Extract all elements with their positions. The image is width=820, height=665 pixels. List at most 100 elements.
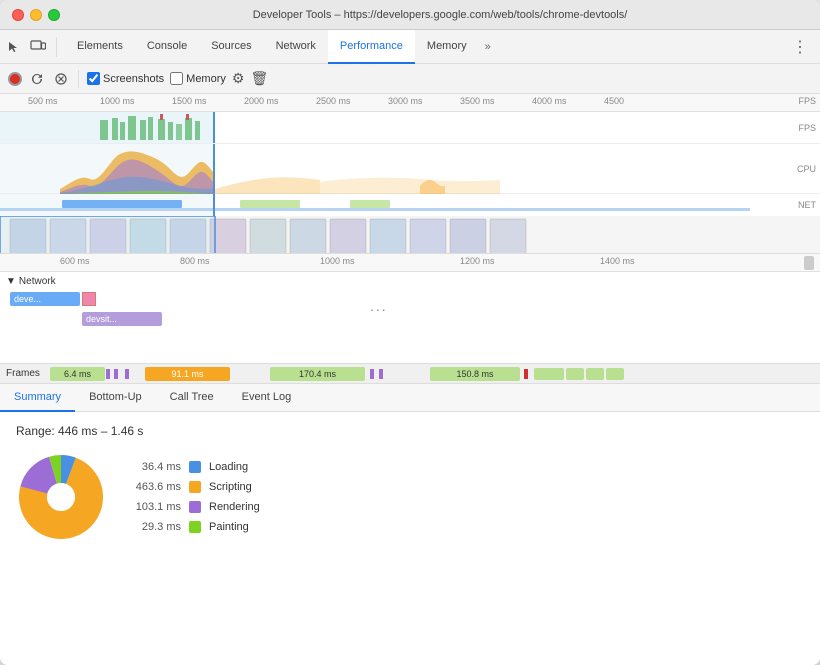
clear-button[interactable] <box>52 70 70 88</box>
summary-legend: 36.4 ms Loading 463.6 ms Scripting 103.1… <box>126 452 260 542</box>
tab-summary[interactable]: Summary <box>0 384 75 412</box>
traffic-lights <box>12 9 60 21</box>
summary-panel: Range: 446 ms – 1.46 s <box>0 412 820 665</box>
btick-1400: 1400 ms <box>600 256 635 266</box>
tab-elements[interactable]: Elements <box>65 30 135 64</box>
frame-2: 91.1 ms <box>145 367 230 381</box>
btick-1000: 1000 ms <box>320 256 355 266</box>
scroll-thumb[interactable] <box>804 256 814 270</box>
tab-console[interactable]: Console <box>135 30 199 64</box>
btick-600: 600 ms <box>60 256 90 266</box>
net-track-label: NET <box>798 200 816 210</box>
performance-toolbar: Screenshots Memory ⚙ 🗑 <box>0 64 820 94</box>
net-track: NET <box>0 194 820 216</box>
pie-chart <box>16 452 106 542</box>
screenshots-checkbox[interactable]: Screenshots <box>87 72 164 85</box>
tick-2500: 2500 ms <box>316 96 351 106</box>
frame-1: 6.4 ms <box>50 367 105 381</box>
reload-button[interactable] <box>28 70 46 88</box>
device-toggle-icon[interactable] <box>28 37 48 57</box>
screenshots-checkbox-input[interactable] <box>87 72 100 85</box>
fps-selection <box>0 112 215 143</box>
frames-row: Frames 6.4 ms 91.1 ms 170.4 ms 150.8 ms <box>0 363 820 383</box>
record-button[interactable] <box>8 72 22 86</box>
maximize-button[interactable] <box>48 9 60 21</box>
network-bars: deve... devsit... ... <box>0 290 820 340</box>
bottom-tabs: Summary Bottom-Up Call Tree Event Log <box>0 384 820 412</box>
more-options-button[interactable]: ⋮ <box>784 37 816 57</box>
tab-bottom-up[interactable]: Bottom-Up <box>75 384 156 412</box>
top-timeline: 500 ms 1000 ms 1500 ms 2000 ms 2500 ms 3… <box>0 94 820 254</box>
legend-rendering: 103.1 ms Rendering <box>126 501 260 513</box>
tick-4500: 4500 <box>604 96 624 106</box>
cpu-track-label: CPU <box>797 164 816 174</box>
network-section-label: Network <box>19 276 56 287</box>
tick-1500: 1500 ms <box>172 96 207 106</box>
frame-marker-3 <box>125 369 129 379</box>
top-time-ruler: 500 ms 1000 ms 1500 ms 2000 ms 2500 ms 3… <box>0 94 820 112</box>
tab-network[interactable]: Network <box>264 30 328 64</box>
painting-color <box>189 521 201 533</box>
ellipsis: ... <box>370 298 388 314</box>
tab-call-tree[interactable]: Call Tree <box>156 384 228 412</box>
minimize-button[interactable] <box>30 9 42 21</box>
fps-label-top: FPS <box>798 96 816 106</box>
summary-content: 36.4 ms Loading 463.6 ms Scripting 103.1… <box>16 452 804 542</box>
rendering-label: Rendering <box>209 501 260 513</box>
fps-track: FPS <box>0 112 820 144</box>
tab-performance[interactable]: Performance <box>328 30 415 64</box>
tick-3000: 3000 ms <box>388 96 423 106</box>
net-bar-deve: deve... <box>10 292 80 306</box>
close-button[interactable] <box>12 9 24 21</box>
tab-bar: Elements Console Sources Network Perform… <box>0 30 820 64</box>
net-selection <box>0 194 215 216</box>
trash-icon[interactable]: 🗑 <box>250 70 268 87</box>
tick-1000: 1000 ms <box>100 96 135 106</box>
collapse-icon[interactable]: ▼ <box>6 276 16 287</box>
devtools-panel: Elements Console Sources Network Perform… <box>0 30 820 665</box>
frame-marker-2 <box>114 369 118 379</box>
scripting-label: Scripting <box>209 481 252 493</box>
frames-label: Frames <box>6 368 40 379</box>
scripting-color <box>189 481 201 493</box>
scripting-value: 463.6 ms <box>126 481 181 493</box>
network-section: ▼ Network deve... devsit... ... <box>0 272 820 363</box>
separator-1 <box>78 70 79 88</box>
tab-sources[interactable]: Sources <box>199 30 263 64</box>
frame-3: 170.4 ms <box>270 367 365 381</box>
tick-500: 500 ms <box>28 96 58 106</box>
tick-4000: 4000 ms <box>532 96 567 106</box>
loading-color <box>189 461 201 473</box>
tab-memory[interactable]: Memory <box>415 30 479 64</box>
legend-painting: 29.3 ms Painting <box>126 521 260 533</box>
frame-mini-2 <box>566 368 584 380</box>
frame-mini-4 <box>606 368 624 380</box>
painting-value: 29.3 ms <box>126 521 181 533</box>
btick-1200: 1200 ms <box>460 256 495 266</box>
rendering-color <box>189 501 201 513</box>
cpu-selection <box>0 144 215 193</box>
cpu-track: CPU <box>0 144 820 194</box>
pie-chart-svg <box>16 452 106 542</box>
rendering-value: 103.1 ms <box>126 501 181 513</box>
tick-2000: 2000 ms <box>244 96 279 106</box>
network-label-row: ▼ Network <box>0 272 820 290</box>
tab-overflow-button[interactable]: » <box>481 41 495 53</box>
net-bar-devsit: devsit... <box>82 312 162 326</box>
memory-checkbox[interactable]: Memory <box>170 72 226 85</box>
bottom-timeline: 600 ms 800 ms 1000 ms 1200 ms 1400 ms ▼ … <box>0 254 820 384</box>
frame-marker-4 <box>370 369 374 379</box>
loading-value: 36.4 ms <box>126 461 181 473</box>
settings-icon[interactable]: ⚙ <box>232 70 245 87</box>
devtools-window: Developer Tools – https://developers.goo… <box>0 0 820 665</box>
frame-4: 150.8 ms <box>430 367 520 381</box>
bottom-time-ruler: 600 ms 800 ms 1000 ms 1200 ms 1400 ms <box>0 254 820 272</box>
frame-marker-1 <box>106 369 110 379</box>
cursor-icon[interactable] <box>4 37 24 57</box>
memory-checkbox-input[interactable] <box>170 72 183 85</box>
tab-event-log[interactable]: Event Log <box>228 384 306 412</box>
toolbar-icons <box>4 37 57 57</box>
loading-label: Loading <box>209 461 248 473</box>
frame-marker-red <box>524 369 528 379</box>
frame-mini-3 <box>586 368 604 380</box>
